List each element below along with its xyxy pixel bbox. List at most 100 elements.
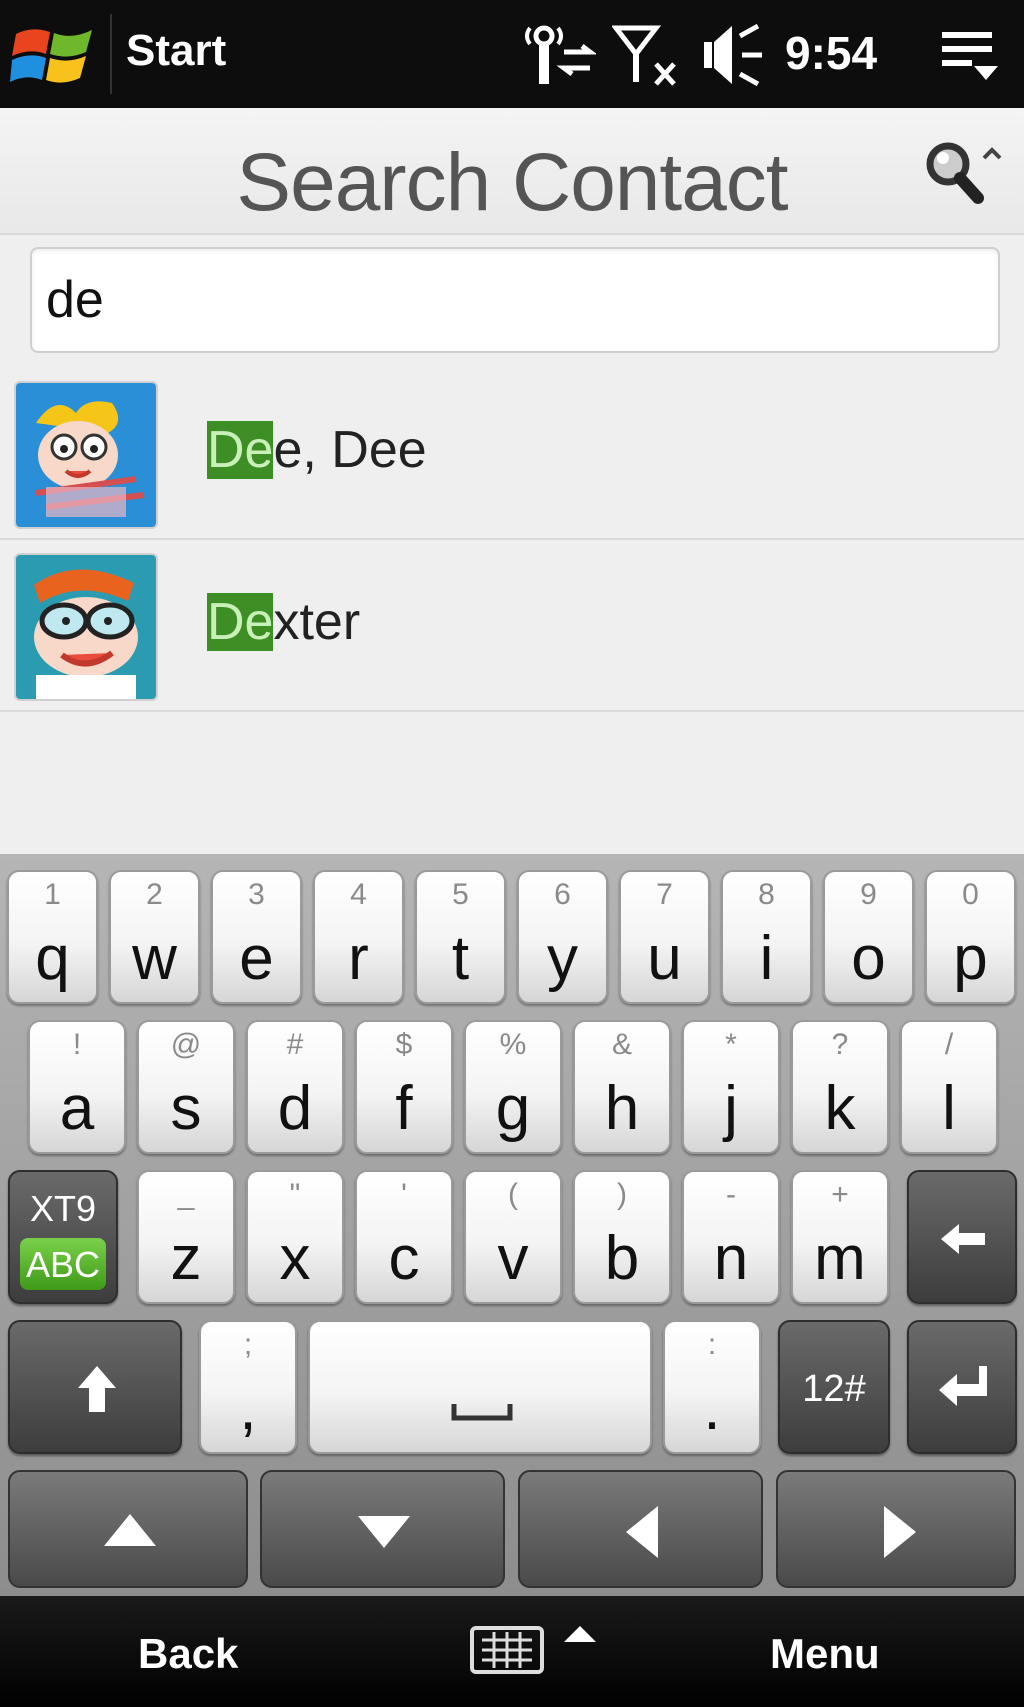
keyboard-toggle-icon[interactable]	[470, 1620, 610, 1680]
key-g[interactable]: % g	[464, 1020, 562, 1154]
key-v[interactable]: (v	[464, 1170, 562, 1304]
key-s[interactable]: @ s	[137, 1020, 235, 1154]
back-softkey[interactable]: Back	[138, 1630, 238, 1678]
key-h[interactable]: & h	[573, 1020, 671, 1154]
softkey-bar: Back Menu	[0, 1596, 1024, 1707]
magnifier-icon[interactable]	[918, 136, 1008, 212]
arrow-left-icon	[626, 1506, 658, 1558]
key-secondary: %	[499, 1028, 527, 1061]
key-secondary: /	[944, 1028, 954, 1061]
key-r[interactable]: 4r	[313, 870, 404, 1004]
key-a[interactable]: ! a	[28, 1020, 126, 1154]
key-c[interactable]: ' c	[355, 1170, 453, 1304]
key-secondary: "	[289, 1178, 301, 1211]
mode-xt9-label: XT9	[29, 1188, 97, 1229]
key-q[interactable]: 1q	[7, 870, 98, 1004]
key-y[interactable]: 6y	[517, 870, 608, 1004]
contact-results-list: Dee, Dee Dexter	[0, 368, 1024, 712]
key-secondary: 4	[350, 878, 367, 911]
dexter-avatar	[14, 553, 158, 701]
windows-logo-icon[interactable]	[10, 20, 98, 90]
key-secondary: ?	[831, 1028, 849, 1061]
search-input[interactable]	[44, 249, 978, 351]
key-primary: d	[277, 1074, 313, 1143]
key-secondary: 3	[248, 878, 265, 911]
arrow-right-key[interactable]	[776, 1470, 1016, 1588]
space-key[interactable]	[308, 1320, 652, 1454]
arrow-down-key[interactable]	[260, 1470, 505, 1588]
key-t[interactable]: 5t	[415, 870, 506, 1004]
arrow-left-key[interactable]	[518, 1470, 763, 1588]
key-secondary: _	[177, 1178, 195, 1211]
enter-key[interactable]	[907, 1320, 1017, 1454]
key-primary: q	[35, 924, 70, 993]
key-primary: v	[497, 1224, 529, 1293]
key-secondary: :	[707, 1328, 717, 1361]
key-d[interactable]: # d	[246, 1020, 344, 1154]
key-x[interactable]: " x	[246, 1170, 344, 1304]
key-primary: o	[851, 924, 886, 993]
key-secondary: 2	[146, 878, 163, 911]
key-primary: b	[604, 1224, 640, 1293]
match-highlight: De	[207, 593, 274, 651]
numbers-key[interactable]: 12#	[778, 1320, 890, 1454]
key-l[interactable]: / l	[900, 1020, 998, 1154]
key-primary: n	[713, 1224, 749, 1293]
key-primary: m	[814, 1224, 866, 1293]
input-mode-key[interactable]: XT9 ABC	[8, 1170, 118, 1304]
menu-softkey[interactable]: Menu	[770, 1630, 880, 1678]
quick-menu-icon[interactable]	[938, 18, 1002, 90]
key-primary: c	[388, 1224, 420, 1293]
page-header: Search Contact	[0, 108, 1024, 235]
shift-key[interactable]	[8, 1320, 182, 1454]
key-primary: g	[495, 1074, 531, 1143]
key-u[interactable]: 7u	[619, 870, 710, 1004]
key-e[interactable]: 3e	[211, 870, 302, 1004]
arrow-up-icon	[104, 1514, 156, 1546]
key-comma[interactable]: ;,	[199, 1320, 297, 1454]
volume-icon	[700, 18, 770, 90]
key-secondary: ;	[243, 1328, 253, 1361]
key-secondary: -	[726, 1178, 736, 1211]
key-o[interactable]: 9o	[823, 870, 914, 1004]
contact-name: Dexter	[207, 592, 360, 652]
key-n[interactable]: -n	[682, 1170, 780, 1304]
key-b[interactable]: ) b	[573, 1170, 671, 1304]
key-primary: h	[604, 1074, 640, 1143]
key-secondary: 0	[962, 878, 979, 911]
dee-dee-avatar	[14, 381, 158, 529]
key-p[interactable]: 0p	[925, 870, 1016, 1004]
key-primary: ,	[239, 1374, 257, 1443]
key-primary: z	[170, 1224, 202, 1293]
key-secondary: &	[611, 1028, 632, 1061]
key-primary: u	[647, 924, 682, 993]
key-z[interactable]: _ z	[137, 1170, 235, 1304]
search-field[interactable]	[30, 247, 1000, 353]
key-primary: e	[239, 924, 274, 993]
arrow-right-icon	[884, 1506, 916, 1558]
arrow-down-icon	[358, 1516, 410, 1548]
enter-arrow-icon	[939, 1366, 987, 1406]
key-secondary: 1	[44, 878, 61, 911]
key-w[interactable]: 2w	[109, 870, 200, 1004]
key-secondary: @	[170, 1028, 202, 1061]
key-j[interactable]: * j	[682, 1020, 780, 1154]
contact-row-dee-dee[interactable]: Dee, Dee	[0, 368, 1024, 540]
contact-name-rest: xter	[273, 593, 361, 651]
arrow-up-key[interactable]	[8, 1470, 248, 1588]
key-secondary: *	[725, 1028, 737, 1061]
contact-row-dexter[interactable]: Dexter	[0, 540, 1024, 712]
key-k[interactable]: ? k	[791, 1020, 889, 1154]
key-secondary: 8	[758, 878, 775, 911]
key-secondary: )	[617, 1178, 627, 1211]
signal-no-service-icon	[610, 18, 682, 90]
status-time: 9:54	[785, 27, 878, 79]
key-primary: r	[348, 924, 369, 993]
backspace-key[interactable]	[907, 1170, 1017, 1304]
key-secondary: 9	[860, 878, 877, 911]
key-f[interactable]: $ f	[355, 1020, 453, 1154]
key-i[interactable]: 8i	[721, 870, 812, 1004]
key-period[interactable]: :.	[663, 1320, 761, 1454]
key-m[interactable]: + m	[791, 1170, 889, 1304]
key-primary: l	[942, 1074, 956, 1143]
